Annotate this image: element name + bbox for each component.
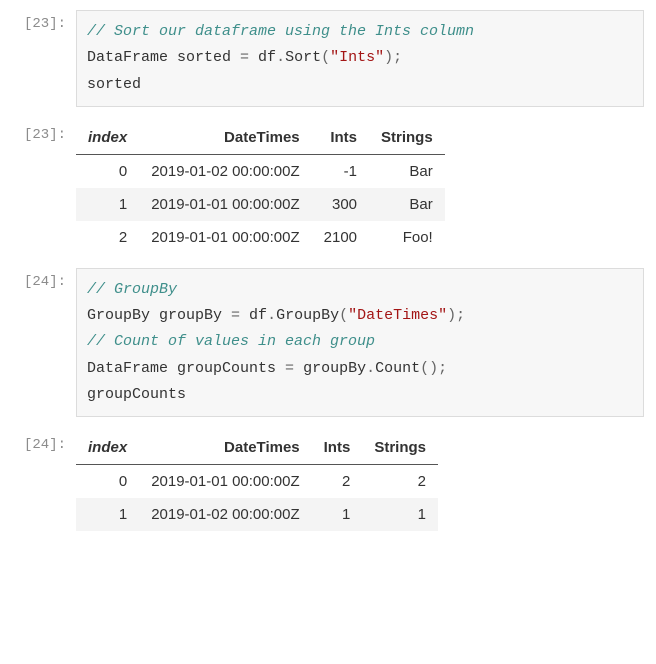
cell-body: index DateTimes Ints Strings 0 2019-01-0…	[76, 431, 644, 531]
cell-value: 2019-01-02 00:00:00Z	[139, 154, 311, 188]
prompt-label: [23]:	[12, 121, 76, 254]
column-header: Ints	[312, 431, 363, 465]
table-header-row: index DateTimes Ints Strings	[76, 431, 438, 465]
cell-value: 2019-01-01 00:00:00Z	[139, 188, 311, 221]
cell-body: // Sort our dataframe using the Ints col…	[76, 10, 644, 107]
cell-value: 2019-01-02 00:00:00Z	[139, 498, 311, 531]
table-header-row: index DateTimes Ints Strings	[76, 121, 445, 155]
cell-value: 2019-01-01 00:00:00Z	[139, 221, 311, 254]
code-block[interactable]: // Sort our dataframe using the Ints col…	[76, 10, 644, 107]
cell-code-23: [23]: // Sort our dataframe using the In…	[12, 10, 644, 107]
cell-value: 300	[312, 188, 369, 221]
cell-index: 1	[76, 188, 139, 221]
cell-index: 1	[76, 498, 139, 531]
cell-index: 0	[76, 154, 139, 188]
cell-value: Bar	[369, 154, 445, 188]
table-row: 1 2019-01-01 00:00:00Z 300 Bar	[76, 188, 445, 221]
column-header: DateTimes	[139, 431, 311, 465]
column-header-index: index	[76, 431, 139, 465]
cell-body: index DateTimes Ints Strings 0 2019-01-0…	[76, 121, 644, 254]
cell-body: // GroupBy GroupBy groupBy = df.GroupBy(…	[76, 268, 644, 417]
table-row: 1 2019-01-02 00:00:00Z 1 1	[76, 498, 438, 531]
column-header: Strings	[362, 431, 438, 465]
table-row: 2 2019-01-01 00:00:00Z 2100 Foo!	[76, 221, 445, 254]
prompt-label: [23]:	[12, 10, 76, 107]
cell-value: 2100	[312, 221, 369, 254]
column-header: Ints	[312, 121, 369, 155]
cell-value: 1	[362, 498, 438, 531]
cell-value: 2	[312, 465, 363, 499]
table-row: 0 2019-01-02 00:00:00Z -1 Bar	[76, 154, 445, 188]
cell-code-24: [24]: // GroupBy GroupBy groupBy = df.Gr…	[12, 268, 644, 417]
code-block[interactable]: // GroupBy GroupBy groupBy = df.GroupBy(…	[76, 268, 644, 417]
cell-value: 2	[362, 465, 438, 499]
cell-value: 1	[312, 498, 363, 531]
dataframe-table: index DateTimes Ints Strings 0 2019-01-0…	[76, 121, 445, 254]
prompt-label: [24]:	[12, 431, 76, 531]
column-header: DateTimes	[139, 121, 311, 155]
prompt-label: [24]:	[12, 268, 76, 417]
table-row: 0 2019-01-01 00:00:00Z 2 2	[76, 465, 438, 499]
cell-index: 2	[76, 221, 139, 254]
cell-value: 2019-01-01 00:00:00Z	[139, 465, 311, 499]
dataframe-table: index DateTimes Ints Strings 0 2019-01-0…	[76, 431, 438, 531]
column-header: Strings	[369, 121, 445, 155]
cell-value: -1	[312, 154, 369, 188]
cell-output-24: [24]: index DateTimes Ints Strings 0 201…	[12, 431, 644, 531]
cell-value: Bar	[369, 188, 445, 221]
column-header-index: index	[76, 121, 139, 155]
cell-index: 0	[76, 465, 139, 499]
cell-output-23: [23]: index DateTimes Ints Strings 0 201…	[12, 121, 644, 254]
cell-value: Foo!	[369, 221, 445, 254]
